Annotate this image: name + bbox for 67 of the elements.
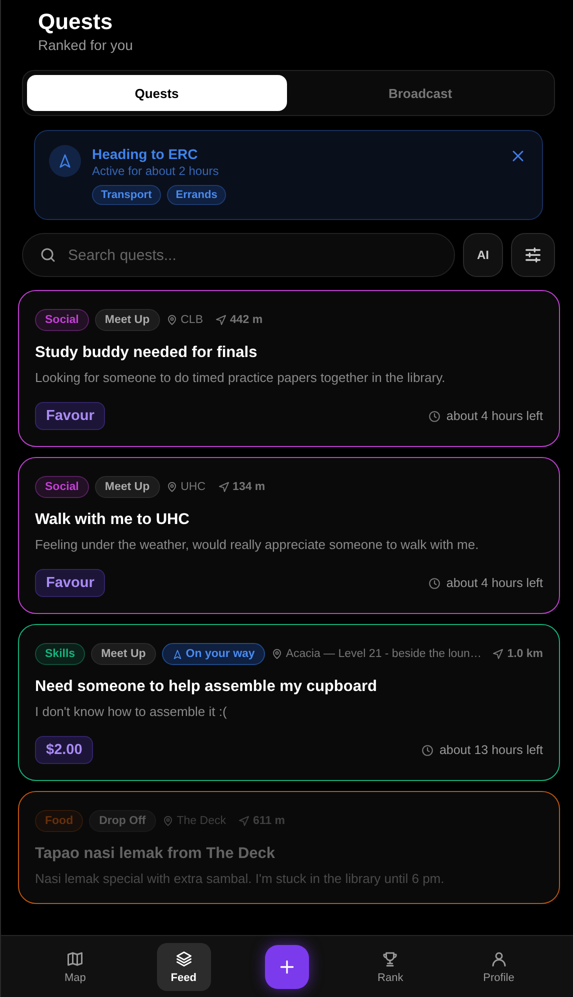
- category-tag: Skills: [35, 643, 86, 665]
- page-subtitle: Ranked for you: [38, 36, 134, 54]
- status-tag: On your way: [162, 643, 265, 665]
- quest-description: Looking for someone to do timed practice papers together in the library.: [35, 369, 446, 386]
- paper-plane-icon: [215, 314, 227, 326]
- banner-tag: Transport: [92, 185, 161, 205]
- quest-title: Study buddy needed for finals: [35, 343, 258, 363]
- navigation-icon: [172, 648, 183, 660]
- paper-plane-icon: [218, 481, 230, 493]
- banner-tag: Errands: [166, 185, 226, 205]
- quest-title: Tapao nasi lemak from The Deck: [35, 844, 276, 864]
- quest-description: I don't know how to assemble it :(: [35, 703, 228, 720]
- person-icon: [490, 950, 508, 968]
- reward-tag: $2.00: [35, 736, 94, 764]
- tab[interactable]: Broadcast: [290, 75, 550, 111]
- quest-card[interactable]: Skills Meet Up On your way Acacia — Level 21 - beside the loun… 1.0 km Need someone to help assemble my cupboard I don't know how to assemble it :( $2.00 about 13 hours left: [18, 624, 560, 781]
- search-icon: [39, 246, 57, 264]
- pin-icon: [166, 481, 178, 493]
- page-title: Quests: [38, 8, 114, 36]
- paper-plane-icon: [238, 815, 250, 827]
- category-tag: Social: [35, 476, 89, 498]
- filter-button[interactable]: [511, 233, 555, 277]
- category-tag: Social: [35, 309, 89, 331]
- quest-title: Need someone to help assemble my cupboard: [35, 677, 378, 697]
- search-field[interactable]: Search quests...: [22, 233, 455, 277]
- distance-label: 1.0 km: [507, 648, 543, 660]
- location-label: CLB: [180, 314, 203, 326]
- trophy-icon: [381, 950, 400, 968]
- type-tag: Meet Up: [91, 643, 156, 665]
- nav-tab[interactable]: Map: [48, 942, 102, 990]
- type-tag: Drop Off: [89, 810, 156, 832]
- time-left-label: about 4 hours left: [446, 409, 543, 423]
- paper-plane-icon: [492, 648, 504, 660]
- pin-icon: [166, 314, 178, 326]
- navigation-icon: [57, 153, 73, 169]
- category-tag: Food: [35, 810, 84, 832]
- type-tag: Meet Up: [94, 476, 160, 498]
- time-left-label: about 13 hours left: [439, 743, 543, 757]
- time-left-label: about 4 hours left: [446, 576, 543, 590]
- quest-card[interactable]: Social Meet Up UHC 134 m Walk with me to UHC Feeling under the weather, would really appreciate someone to walk with me. Favour about 4 hours left: [18, 457, 560, 614]
- quest-card[interactable]: Social Meet Up CLB 442 m Study buddy needed for finals Looking for someone to do timed practice papers together in the library. Favour about 4 hours left: [18, 290, 560, 447]
- clock-icon: [428, 576, 442, 590]
- ai-button[interactable]: AI: [463, 233, 503, 277]
- quest-description: Feeling under the weather, would really appreciate someone to walk with me.: [35, 536, 480, 553]
- location-label: Acacia — Level 21 - beside the loun…: [286, 648, 482, 660]
- reward-tag: Favour: [35, 569, 106, 597]
- type-tag: Meet Up: [94, 309, 160, 331]
- distance-label: 442 m: [230, 314, 263, 326]
- banner-subtitle: Active for about 2 hours: [92, 163, 220, 179]
- distance-label: 134 m: [232, 481, 266, 493]
- nav-tab[interactable]: Rank: [363, 942, 418, 990]
- layers-icon: [174, 950, 193, 968]
- clock-icon: [421, 744, 434, 756]
- nav-tab[interactable]: Profile: [472, 942, 526, 990]
- sliders-icon: [523, 245, 543, 265]
- location-label: UHC: [180, 481, 206, 493]
- clock-icon: [428, 410, 442, 422]
- map-icon: [66, 950, 84, 968]
- quest-title: Walk with me to UHC: [35, 510, 190, 530]
- pin-icon: [270, 648, 283, 660]
- tab[interactable]: Quests: [27, 75, 286, 111]
- pin-icon: [162, 815, 174, 827]
- quest-description: Nasi lemak special with extra sambal. I'm stuck in the library until 6 pm.: [35, 870, 446, 887]
- banner-title: Heading to ERC: [92, 145, 199, 163]
- reward-tag: Favour: [35, 402, 106, 430]
- nav-tab[interactable]: Feed: [156, 942, 211, 990]
- create-button[interactable]: [264, 944, 309, 988]
